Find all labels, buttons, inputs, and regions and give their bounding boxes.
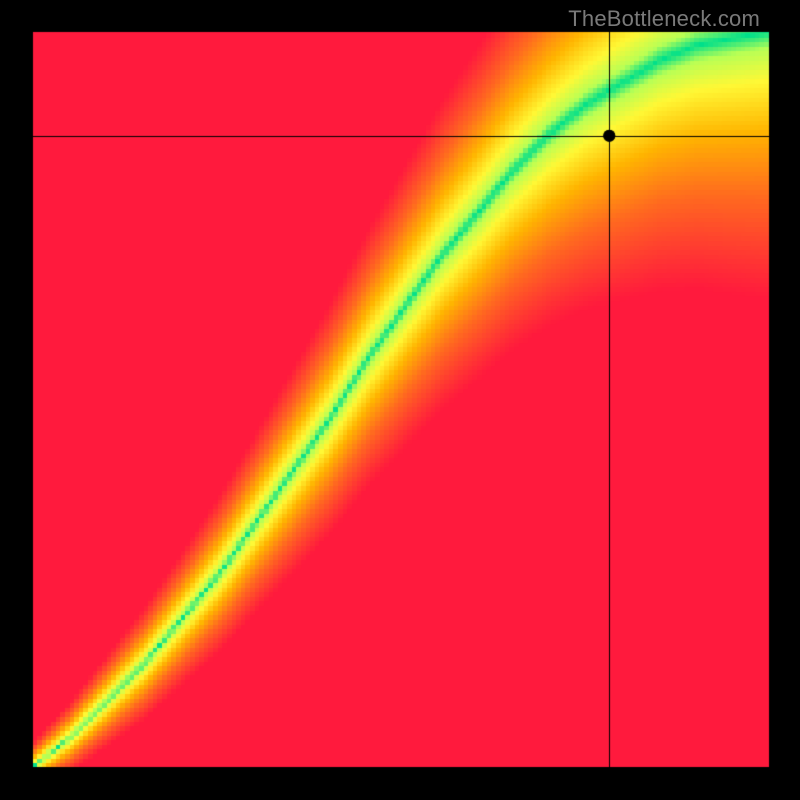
watermark-text: TheBottleneck.com	[568, 6, 760, 32]
chart-container: TheBottleneck.com	[0, 0, 800, 800]
heatmap-canvas	[0, 0, 800, 800]
